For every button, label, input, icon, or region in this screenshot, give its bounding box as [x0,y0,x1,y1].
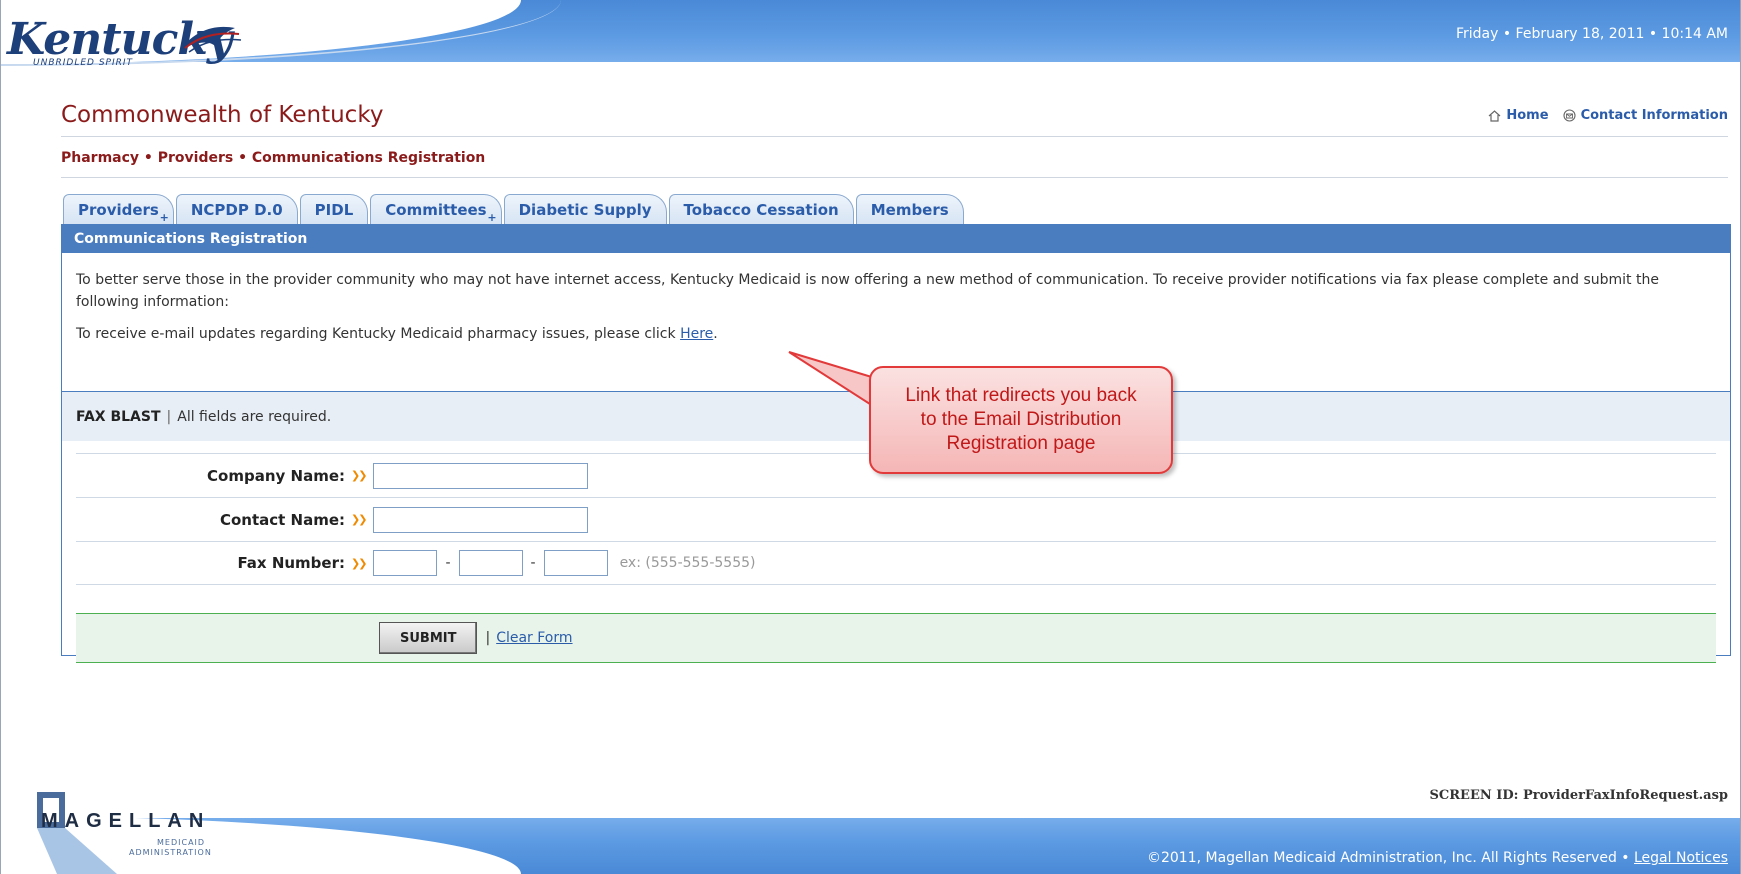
tab-diabetic-supply[interactable]: Diabetic Supply [503,194,667,224]
submit-button[interactable]: SUBMIT [379,622,478,654]
form-actions-bar: SUBMIT | Clear Form [76,613,1716,663]
contact-name-input[interactable] [373,506,589,533]
email-update-text: To receive e-mail updates regarding Kent… [76,323,1716,345]
breadcrumb-divider [61,177,1728,178]
magellan-sub1: MEDICAID [157,838,206,847]
title-divider [61,136,1728,137]
current-datetime: Friday • February 18, 2011 • 10:14 AM [1455,26,1728,42]
tab-providers[interactable]: Providers + [63,194,174,224]
required-arrow-icon: ❯❯ [351,556,368,570]
callout-line-1: Link that redirects you back [905,385,1137,406]
tab-tobacco-cessation[interactable]: Tobacco Cessation [668,194,854,224]
screen-id: SCREEN ID: ProviderFaxInfoRequest.asp [1429,788,1729,803]
fax-heading-separator: | [166,408,172,425]
fax-dash: - [445,555,451,571]
top-nav-links: Home Contact Information [1488,108,1728,123]
fax-line-input[interactable] [543,550,608,576]
fax-blast-heading: FAX BLAST [76,408,161,425]
tab-label: Providers [78,200,159,219]
home-link-label: Home [1506,108,1549,123]
company-name-input[interactable] [373,462,589,489]
tab-label: Committees [385,200,487,219]
contact-link-label: Contact Information [1580,108,1728,123]
tab-label: Diabetic Supply [518,200,652,219]
copyright-label: ©2011, Magellan Medicaid Administration,… [1146,850,1634,866]
tab-label: Members [870,200,949,219]
tab-label: NCPDP D.0 [190,200,283,219]
contact-name-label: Contact Name: [219,510,345,529]
company-name-label: Company Name: [207,466,345,485]
email-text-after: . [713,326,718,342]
callout-line-2: to the Email Distribution [920,409,1122,430]
tab-committees[interactable]: Committees + [370,194,502,224]
action-separator: | [485,630,491,646]
magellan-mark-icon [37,792,117,874]
magellan-wordmark: MAGELLAN [41,810,211,832]
contact-name-row: Contact Name: ❯❯ [76,497,1716,541]
intro-text: To better serve those in the provider co… [76,272,1659,310]
annotation-callout: Link that redirects you back to the Emai… [869,366,1173,474]
expand-plus-icon: + [487,211,497,224]
panel-title: Communications Registration [62,225,1730,253]
required-arrow-icon: ❯❯ [351,469,368,482]
home-link[interactable]: Home [1488,108,1549,123]
legal-notices-link[interactable]: Legal Notices [1634,850,1728,866]
horse-icon [180,26,242,53]
magellan-sub2: ADMINISTRATION [129,848,212,857]
fax-example-hint: ex: (555-555-5555) [619,555,756,571]
fax-area-code-input[interactable] [373,550,438,576]
home-icon [1488,110,1501,122]
tab-members[interactable]: Members [855,194,964,224]
fax-dash: - [530,555,536,571]
required-arrow-icon: ❯❯ [351,513,368,526]
clear-form-link[interactable]: Clear Form [496,630,572,646]
magellan-logo[interactable]: MAGELLAN MEDICAID ADMINISTRATION [37,792,211,874]
copyright-text: ©2011, Magellan Medicaid Administration,… [1147,850,1728,866]
main-tabs: Providers + NCPDP D.0 PIDL Committees + … [63,194,966,224]
tab-label: Tobacco Cessation [683,200,839,219]
callout-line-3: Registration page [946,433,1096,454]
expand-plus-icon: + [159,211,169,224]
envelope-icon [1563,109,1576,122]
tab-pidl[interactable]: PIDL [299,194,369,224]
kentucky-logo[interactable]: Kentucky UNBRIDLED SPIRIT [7,18,247,88]
fax-number-label: Fax Number: [237,554,345,572]
fax-number-row: Fax Number: ❯❯ - - ex: (555-555-5555) [76,541,1716,585]
email-registration-link[interactable]: Here [680,326,713,342]
fax-subheading: All fields are required. [177,408,332,425]
fax-prefix-input[interactable] [458,550,523,576]
tab-ncpdp[interactable]: NCPDP D.0 [175,194,298,224]
breadcrumb: Pharmacy • Providers • Communications Re… [61,150,486,166]
contact-information-link[interactable]: Contact Information [1563,108,1728,123]
page-title: Commonwealth of Kentucky [61,102,384,128]
email-text-before: To receive e-mail updates regarding Kent… [76,326,681,342]
tab-label: PIDL [314,200,354,219]
